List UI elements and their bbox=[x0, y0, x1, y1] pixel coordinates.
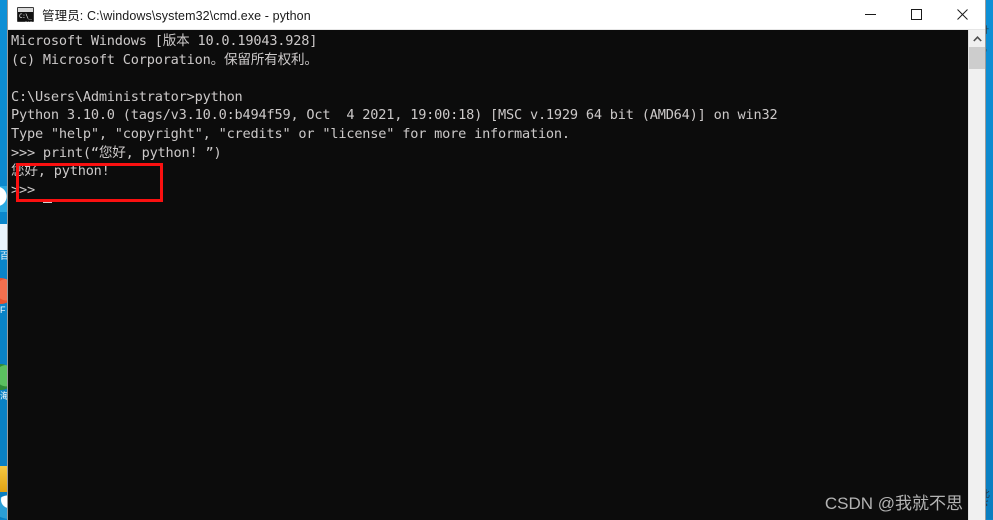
cmd-app-icon: C:\_ bbox=[17, 7, 34, 22]
window-title: 管理员: C:\windows\system32\cmd.exe - pytho… bbox=[42, 9, 311, 23]
console-scrollbar[interactable] bbox=[968, 30, 985, 520]
cmd-console-window[interactable]: C:\_ 管理员: C:\windows\system32\cmd.exe - … bbox=[8, 0, 985, 520]
scrollbar-thumb[interactable] bbox=[969, 47, 985, 69]
console-text-buffer: Microsoft Windows [版本 10.0.19043.928] (c… bbox=[11, 33, 778, 198]
scrollbar-up-button[interactable] bbox=[969, 30, 985, 47]
csdn-watermark: CSDN @我就不思 bbox=[824, 494, 963, 513]
window-titlebar[interactable]: C:\_ 管理员: C:\windows\system32\cmd.exe - … bbox=[8, 0, 985, 30]
cmd-icon-text: C:\_ bbox=[18, 12, 33, 21]
text-cursor bbox=[43, 200, 52, 203]
window-controls[interactable] bbox=[847, 0, 985, 29]
chevron-up-icon bbox=[972, 35, 982, 42]
console-output-area[interactable]: Microsoft Windows [版本 10.0.19043.928] (c… bbox=[8, 30, 985, 520]
minimize-button[interactable] bbox=[847, 0, 893, 29]
close-button[interactable] bbox=[939, 0, 985, 29]
maximize-button[interactable] bbox=[893, 0, 939, 29]
